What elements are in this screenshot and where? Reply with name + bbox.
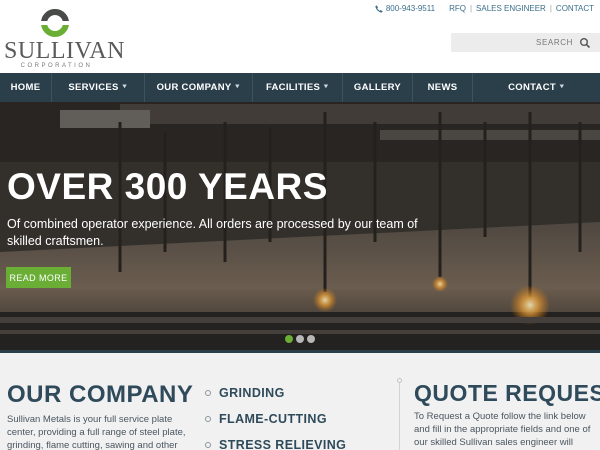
- separator: |: [549, 4, 552, 13]
- service-item-flame-cutting[interactable]: FLAME-CUTTING: [205, 406, 395, 432]
- phone-icon: [375, 4, 383, 13]
- nav-item-label: NEWS: [427, 82, 458, 93]
- quote-request-heading: QUOTE REQUEST: [414, 380, 600, 406]
- service-label: FLAME-CUTTING: [219, 412, 327, 426]
- separator: |: [469, 4, 473, 13]
- search-input[interactable]: [451, 33, 575, 52]
- nav-item-label: FACILITIES: [265, 82, 321, 93]
- chevron-down-icon: ⯆: [323, 83, 330, 91]
- nav-item-services[interactable]: SERVICES ⯆: [52, 73, 145, 102]
- our-company-text: Sullivan Metals is your full service pla…: [7, 414, 186, 450]
- top-utility-links: 800-943-9511 RFQ | SALES ENGINEER | CONT…: [375, 4, 594, 13]
- divider-dot: [397, 378, 402, 383]
- phone-link[interactable]: 800-943-9511: [375, 4, 435, 13]
- search-icon[interactable]: [579, 37, 591, 49]
- phone-number: 800-943-9511: [385, 4, 436, 13]
- nav-item-label: GALLERY: [353, 82, 402, 93]
- main-navigation: HOME SERVICES ⯆ OUR COMPANY ⯆ FACILITIES…: [0, 73, 600, 102]
- contact-link[interactable]: CONTACT: [556, 4, 594, 13]
- chevron-down-icon: ⯆: [558, 83, 565, 91]
- nav-item-home[interactable]: HOME: [0, 73, 52, 102]
- bullet-ring-icon: [205, 390, 211, 396]
- logo-mark-icon: [38, 9, 72, 37]
- slider-dot-3[interactable]: [307, 335, 315, 343]
- rfq-link[interactable]: RFQ: [449, 4, 466, 13]
- services-list: GRINDING FLAME-CUTTING STRESS RELIEVING: [205, 380, 395, 450]
- nav-item-contact[interactable]: CONTACT ⯆: [473, 73, 600, 102]
- column-divider: [399, 380, 400, 450]
- slider-dot-1[interactable]: [285, 335, 293, 343]
- read-more-button[interactable]: READ MORE: [6, 267, 71, 288]
- logo-subtitle: CORPORATION: [20, 63, 93, 69]
- chevron-down-icon: ⯆: [234, 83, 241, 91]
- nav-item-gallery[interactable]: GALLERY: [343, 73, 413, 102]
- sales-engineer-link[interactable]: SALES ENGINEER: [476, 4, 546, 13]
- hero-title: OVER 300 YEARS: [7, 166, 328, 207]
- nav-item-label: HOME: [10, 82, 41, 93]
- logo-name: SULLIVAN: [4, 38, 125, 64]
- service-label: GRINDING: [219, 386, 285, 400]
- service-item-stress-relieving[interactable]: STRESS RELIEVING: [205, 432, 395, 450]
- sullivan-logo[interactable]: SULLIVAN CORPORATION: [4, 8, 125, 70]
- our-company-column: OUR COMPANY Sullivan Metals is your full…: [7, 381, 194, 450]
- search-box: [451, 33, 600, 52]
- nav-item-facilities[interactable]: FACILITIES ⯆: [253, 73, 343, 102]
- our-company-heading: OUR COMPANY: [7, 381, 194, 408]
- bullet-ring-icon: [205, 416, 211, 422]
- bullet-ring-icon: [205, 442, 211, 448]
- nav-item-news[interactable]: NEWS: [413, 73, 473, 102]
- quote-request-text: To Request a Quote follow the link below…: [414, 411, 591, 448]
- nav-item-our-company[interactable]: OUR COMPANY ⯆: [145, 73, 253, 102]
- nav-item-label: OUR COMPANY: [156, 82, 232, 93]
- chevron-down-icon: ⯆: [121, 83, 128, 91]
- nav-item-label: CONTACT: [508, 82, 556, 93]
- nav-item-label: SERVICES: [68, 82, 119, 93]
- hero-description: Of combined operator experience. All ord…: [7, 217, 418, 248]
- slider-dots: [285, 335, 315, 343]
- service-item-grinding[interactable]: GRINDING: [205, 380, 395, 406]
- slider-dot-2[interactable]: [296, 335, 304, 343]
- site-header: SULLIVAN CORPORATION 800-943-9511 RFQ | …: [0, 0, 600, 73]
- quote-request-column: QUOTE REQUEST To Request a Quote follow …: [414, 380, 600, 449]
- service-label: STRESS RELIEVING: [219, 438, 347, 450]
